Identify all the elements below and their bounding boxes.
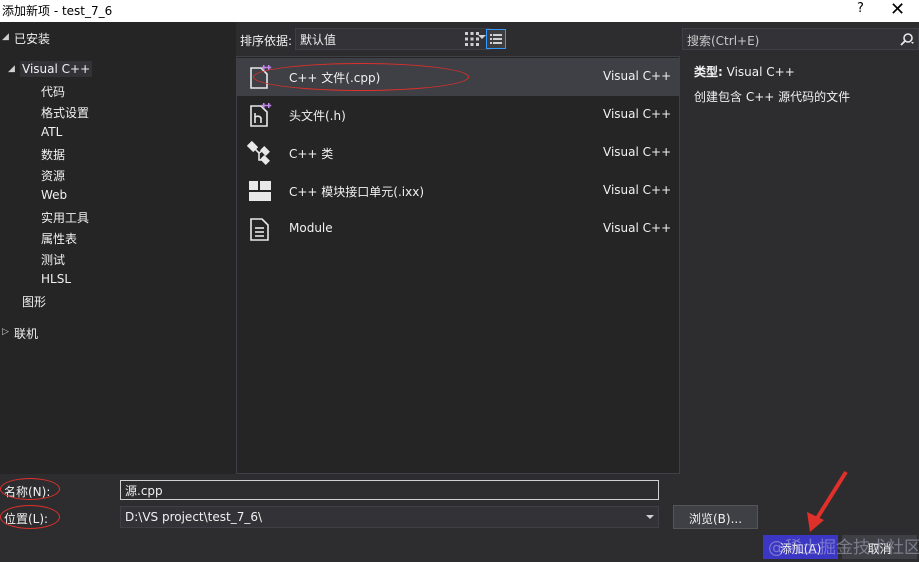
class-icon [247, 140, 270, 165]
template-language: Visual C++ [603, 183, 672, 197]
template-language: Visual C++ [603, 69, 672, 83]
annotation-oval [0, 505, 60, 529]
template-name: Module [289, 221, 333, 235]
template-name: 头文件(.h) [289, 109, 346, 123]
type-value: Visual C++ [726, 65, 795, 79]
tree-node-test[interactable]: 测试 [41, 251, 65, 268]
annotation-arrow-icon [807, 470, 848, 532]
list-view-icon [490, 34, 502, 44]
tree-node-web[interactable]: Web [41, 188, 67, 202]
annotation-oval [253, 63, 469, 91]
tree-node-formatting[interactable]: 格式设置 [41, 104, 89, 121]
sort-label: 排序依据: [240, 34, 293, 48]
search-icon[interactable] [899, 32, 915, 48]
grid-view-button[interactable] [462, 29, 482, 49]
window-title: 添加新项 - test_7_6 [2, 4, 113, 18]
template-name: C++ 类 [289, 147, 334, 161]
browse-button[interactable]: 浏览(B)... [673, 505, 758, 529]
tree-node-resources[interactable]: 资源 [41, 167, 65, 184]
search-input[interactable]: 搜索(Ctrl+E) [682, 28, 919, 50]
template-item-module-unit[interactable]: C++ 模块接口单元(.ixx) Visual C++ [237, 172, 679, 210]
dropdown-caret-icon [646, 515, 654, 519]
tree-node-online[interactable]: ▷ 联机 [0, 325, 38, 342]
template-item-class[interactable]: C++ 类 Visual C++ [237, 134, 679, 172]
category-tree: ◢ 已安装 ◢ Visual C++ 代码 格式设置 ATL 数据 资源 Web… [0, 22, 236, 474]
cancel-button[interactable]: 取消 [842, 535, 917, 559]
module-unit-icon [249, 181, 271, 201]
tree-node-utility[interactable]: 实用工具 [41, 209, 89, 226]
sort-value: 默认值 [300, 33, 337, 47]
template-name: C++ 模块接口单元(.ixx) [289, 185, 425, 199]
search-placeholder: 搜索(Ctrl+E) [687, 34, 760, 48]
expanded-arrow-icon[interactable]: ◢ [8, 64, 15, 74]
detail-type: 类型: Visual C++ [694, 63, 795, 80]
detail-description: 创建包含 C++ 源代码的文件 [694, 90, 851, 104]
grid-view-icon [465, 32, 479, 46]
list-view-button[interactable] [486, 29, 506, 49]
template-language: Visual C++ [603, 221, 672, 235]
template-item-module[interactable]: Module Visual C++ [237, 210, 679, 248]
add-button[interactable]: 添加(A) [763, 535, 838, 559]
annotation-oval [0, 478, 60, 500]
collapsed-arrow-icon[interactable]: ▷ [2, 327, 9, 337]
name-input[interactable]: 源.cpp [120, 480, 659, 500]
type-key: 类型: [694, 65, 723, 79]
close-button[interactable]: ✕ [890, 0, 905, 20]
tree-node-graphics[interactable]: 图形 [22, 293, 46, 310]
tree-node-code[interactable]: 代码 [41, 83, 65, 100]
header-file-icon [250, 103, 272, 127]
details-pane: 搜索(Ctrl+E) 类型: Visual C++ 创建包含 C++ 源代码的文… [680, 22, 919, 474]
location-value: D:\VS project\test_7_6\ [125, 510, 263, 524]
title-bar: 添加新项 - test_7_6 ? ✕ [0, 0, 919, 22]
template-item-cpp[interactable]: C++ 文件(.cpp) Visual C++ [237, 58, 679, 96]
template-language: Visual C++ [603, 145, 672, 159]
tree-node-atl[interactable]: ATL [41, 125, 62, 139]
tree-node-visual-cpp[interactable]: ◢ Visual C++ [0, 61, 93, 77]
tree-node-hlsl[interactable]: HLSL [41, 272, 71, 286]
list-toolbar: 排序依据: 默认值 [236, 22, 680, 58]
tree-node-data[interactable]: 数据 [41, 146, 65, 163]
template-language: Visual C++ [603, 107, 672, 121]
template-item-header[interactable]: 头文件(.h) Visual C++ [237, 96, 679, 134]
module-file-icon [250, 218, 269, 241]
template-list: C++ 文件(.cpp) Visual C++ 头文件(.h) Visual C… [236, 56, 680, 474]
tree-node-installed[interactable]: ◢ 已安装 [0, 30, 50, 47]
tree-node-property-sheets[interactable]: 属性表 [41, 230, 77, 247]
expanded-arrow-icon[interactable]: ◢ [2, 32, 9, 42]
location-dropdown[interactable]: D:\VS project\test_7_6\ [120, 506, 659, 528]
help-button[interactable]: ? [857, 1, 864, 16]
